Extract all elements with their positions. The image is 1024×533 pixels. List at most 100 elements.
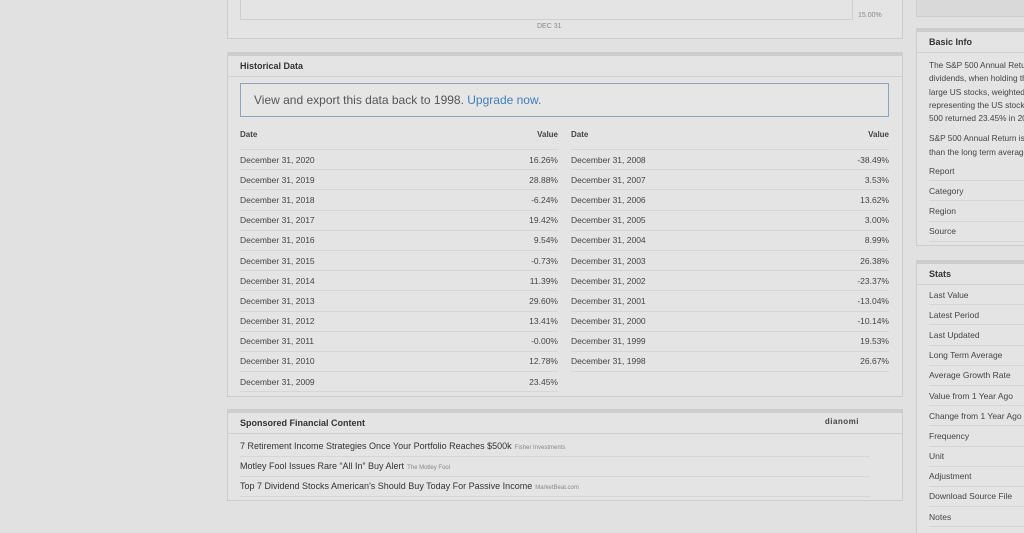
row-value: 13.62%: [860, 194, 889, 205]
table-row: December 31, 2004 8.99%: [571, 231, 889, 251]
row-value: -0.00%: [531, 336, 558, 347]
row-date: December 31, 2008: [571, 154, 646, 165]
sidebar-top-box: [916, 0, 1024, 17]
stats-rows: Last Value Latest Period Last Updated Long …: [917, 285, 1024, 528]
description-line: dividends, when holding th: [929, 73, 1024, 84]
row-date: December 31, 2016: [240, 235, 315, 246]
table-row: December 31, 2011 -0.00%: [240, 332, 558, 352]
sidebar-row-change-from-1-year-ago: Change from 1 Year Ago: [929, 406, 1024, 427]
historical-data-title: Historical Data: [228, 53, 902, 77]
value-column-header[interactable]: Value: [537, 130, 558, 139]
row-value: 19.53%: [860, 336, 889, 347]
table-row: December 31, 2014 11.39%: [240, 271, 558, 292]
table-row: December 31, 1998 26.67%: [571, 352, 889, 373]
row-value: 16.26%: [529, 154, 558, 165]
row-date: December 31, 2020: [240, 154, 315, 165]
sponsored-headline[interactable]: Motley Fool Issues Rare “All In” Buy Ale…: [240, 461, 404, 471]
summary-line: S&P 500 Annual Return is a: [929, 133, 1024, 144]
row-value: 26.67%: [860, 356, 889, 367]
table-row: December 31, 2002 -23.37%: [571, 271, 889, 292]
basic-info-title: Basic Info: [917, 29, 1024, 53]
sidebar-row-last-updated: Last Updated: [929, 325, 1024, 346]
sponsored-headline[interactable]: 7 Retirement Income Strategies Once Your…: [240, 441, 512, 451]
dianomi-logo[interactable]: dianomi: [825, 417, 859, 426]
sponsored-item[interactable]: Top 7 Dividend Stocks American's Should …: [240, 477, 870, 497]
summary-line: than the long term average: [929, 146, 1024, 157]
table-row: December 31, 2010 12.78%: [240, 352, 558, 373]
upgrade-now-link[interactable]: Upgrade now.: [467, 93, 541, 107]
sponsored-title: Sponsored Financial Content: [228, 410, 902, 434]
sponsored-item[interactable]: Motley Fool Issues Rare “All In” Buy Ale…: [240, 457, 870, 477]
row-value: 28.88%: [529, 174, 558, 185]
sidebar-row-download-source-file: Download Source File: [929, 487, 1024, 508]
row-date: December 31, 2003: [571, 255, 646, 266]
row-value: 13.41%: [529, 316, 558, 327]
table-row: December 31, 2003 26.38%: [571, 251, 889, 272]
row-date: December 31, 2009: [240, 376, 315, 387]
table-row: December 31, 2018 -6.24%: [240, 190, 558, 211]
row-value: 29.60%: [529, 295, 558, 306]
sidebar-row-category: Category: [929, 181, 1024, 202]
description-line: representing the US stock: [929, 99, 1024, 110]
table-row: December 31, 2008 -38.49%: [571, 150, 889, 171]
sidebar-row-notes: Notes: [929, 507, 1024, 528]
table-header: Date Value: [240, 126, 558, 150]
stats-title: Stats: [917, 261, 1024, 285]
row-value: -10.14%: [857, 316, 889, 327]
row-value: 23.45%: [529, 376, 558, 387]
row-value: -13.04%: [857, 295, 889, 306]
historical-data-panel: Historical Data View and export this dat…: [227, 52, 903, 397]
table-row: December 31, 2000 -10.14%: [571, 312, 889, 332]
sidebar-row-source: Source: [929, 222, 1024, 242]
chart-panel: DEC 31 15.00%: [227, 0, 903, 39]
sponsored-item[interactable]: 7 Retirement Income Strategies Once Your…: [240, 437, 870, 457]
row-value: -6.24%: [531, 194, 558, 205]
table-row: December 31, 2012 13.41%: [240, 312, 558, 332]
table-row: December 31, 2013 29.60%: [240, 291, 558, 312]
row-value: 12.78%: [529, 356, 558, 367]
sponsored-source: Fisher Investments: [514, 445, 566, 451]
row-value: 9.54%: [533, 235, 558, 246]
sidebar-row-frequency: Frequency: [929, 426, 1024, 447]
table-row: December 31, 2006 13.62%: [571, 190, 889, 211]
stats-panel: Stats Last Value Latest Period Last Update…: [916, 260, 1024, 533]
row-value: 19.42%: [529, 215, 558, 226]
table-row: December 31, 1999 19.53%: [571, 332, 889, 352]
row-date: December 31, 2001: [571, 295, 646, 306]
description-line: large US stocks, weighted: [929, 86, 1024, 97]
row-date: December 31, 2004: [571, 235, 646, 246]
row-value: -23.37%: [857, 275, 889, 286]
sponsored-headline[interactable]: Top 7 Dividend Stocks American's Should …: [240, 481, 532, 491]
sidebar-row-report: Report: [929, 161, 1024, 182]
sponsored-source: MarketBeat.com: [535, 485, 579, 491]
date-column-header[interactable]: Date: [240, 130, 257, 139]
row-date: December 31, 2011: [240, 336, 315, 347]
sponsored-source: The Motley Fool: [407, 465, 451, 471]
upgrade-banner: View and export this data back to 1998. …: [240, 83, 889, 117]
value-column-header[interactable]: Value: [868, 130, 889, 139]
table-header: Date Value: [571, 126, 889, 150]
basic-info-summary: S&P 500 Annual Return is a than the long…: [917, 125, 1024, 159]
sidebar-row-adjustment: Adjustment: [929, 467, 1024, 487]
sidebar-row-last-value: Last Value: [929, 285, 1024, 306]
row-date: December 31, 2017: [240, 215, 315, 226]
table-row: December 31, 2016 9.54%: [240, 231, 558, 251]
description-line: 500 returned 23.45% in 20: [929, 113, 1024, 124]
row-date: December 31, 2019: [240, 174, 315, 185]
row-date: December 31, 1999: [571, 336, 646, 347]
upgrade-text: View and export this data back to 1998.: [254, 93, 464, 107]
row-value: 3.00%: [864, 215, 889, 226]
sidebar-row-value-from-1-year-ago: Value from 1 Year Ago: [929, 386, 1024, 407]
sidebar-row-latest-period: Latest Period: [929, 305, 1024, 326]
table-row: December 31, 2020 16.26%: [240, 150, 558, 171]
row-date: December 31, 2014: [240, 275, 315, 286]
row-date: December 31, 2013: [240, 295, 315, 306]
date-column-header[interactable]: Date: [571, 130, 588, 139]
history-table-left: Date Value December 31, 2020 16.26% Decemb…: [240, 126, 558, 393]
sidebar-row-unit: Unit: [929, 447, 1024, 467]
table-row: December 31, 2001 -13.04%: [571, 291, 889, 312]
description-line: The S&P 500 Annual Retur: [929, 60, 1024, 70]
sidebar-row-region: Region: [929, 201, 1024, 222]
table-row: December 31, 2015 -0.73%: [240, 251, 558, 272]
sponsored-content-panel: Sponsored Financial Content dianomi 7 Re…: [227, 409, 903, 501]
